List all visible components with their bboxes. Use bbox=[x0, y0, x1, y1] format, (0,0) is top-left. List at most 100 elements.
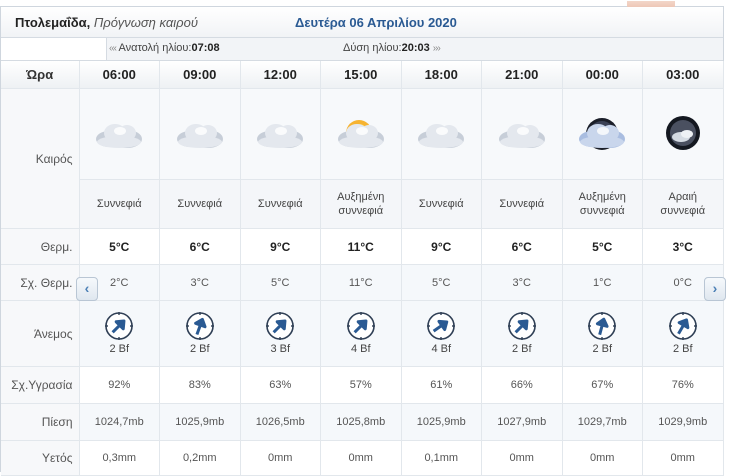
weather-desc-cell: Αυξημένη συννεφιά bbox=[320, 179, 402, 229]
prev-button[interactable]: ‹ bbox=[76, 277, 98, 301]
weather-desc-line: συννεφιά bbox=[338, 205, 384, 217]
city-name: Πτολεμαΐδα, bbox=[15, 15, 91, 30]
partly-cloudy-sun-icon bbox=[329, 119, 393, 163]
pressure-cell: 1026,5mb bbox=[240, 403, 321, 441]
weather-icon-cell bbox=[159, 88, 241, 180]
weather-desc-cell: Αραιή συννεφιά bbox=[642, 179, 724, 229]
city-title: Πτολεμαΐδα, Πρόγνωση καιρού bbox=[15, 15, 198, 30]
weather-icon-cell bbox=[320, 88, 402, 180]
sun-times-bar: ‹‹‹ Ανατολή ηλίου:07:08 Δύση ηλίου:20:03… bbox=[1, 38, 723, 61]
next-arrows[interactable]: ››› bbox=[433, 43, 441, 54]
weather-desc-row: Συννεφιά Συννεφιά Συννεφιά Αυξημένη συννεφιά… bbox=[1, 179, 724, 229]
wind-direction-icon bbox=[80, 311, 159, 341]
weather-desc-line: Αραιή bbox=[668, 191, 697, 203]
weather-icon-cell bbox=[240, 88, 321, 180]
pressure-cell: 1029,9mb bbox=[642, 403, 724, 441]
hour-cell: 12:00 bbox=[240, 61, 321, 89]
weather-icon-cell bbox=[562, 88, 643, 180]
cloudy-icon bbox=[409, 123, 473, 163]
weather-desc-line: Αυξημένη bbox=[337, 191, 385, 203]
wind-cell: 2 Bf bbox=[642, 300, 724, 367]
pressure-cell: 1025,9mb bbox=[159, 403, 241, 441]
cloudy-icon bbox=[490, 123, 554, 163]
hour-cell: 18:00 bbox=[401, 61, 482, 89]
rain-cell: 0,3mm bbox=[79, 440, 160, 476]
title-bar: Πτολεμαΐδα, Πρόγνωση καιρού Δευτέρα 06 Α… bbox=[1, 7, 723, 38]
hour-label: Ώρα bbox=[1, 61, 80, 89]
wind-cell: 2 Bf bbox=[79, 300, 160, 367]
hour-cell: 21:00 bbox=[481, 61, 563, 89]
weather-desc-line: Συννεφιά bbox=[177, 198, 223, 210]
pressure-cell: 1025,8mb bbox=[320, 403, 402, 441]
temp-label: Θερμ. bbox=[1, 228, 80, 265]
feels-row: Σχ. Θερμ. 2°C 3°C 5°C 11°C 5°C 3°C 1°C 0°C bbox=[1, 264, 724, 301]
wind-speed: 2 Bf bbox=[511, 343, 532, 355]
humidity-cell: 92% bbox=[79, 366, 160, 404]
sunrise-label: Ανατολή ηλίου: bbox=[118, 42, 192, 54]
temp-cell: 5°C bbox=[79, 228, 160, 265]
weather-desc-cell: Συννεφιά bbox=[401, 179, 482, 229]
weather-desc-line: συννεφιά bbox=[660, 205, 706, 217]
wind-direction-icon bbox=[643, 311, 722, 341]
wind-speed: 2 Bf bbox=[189, 343, 210, 355]
wind-speed: 4 Bf bbox=[350, 343, 371, 355]
hour-cell: 00:00 bbox=[562, 61, 643, 89]
forecast-subtitle: Πρόγνωση καιρού bbox=[93, 15, 198, 30]
weather-icon-cell bbox=[481, 88, 563, 180]
wind-cell: 3 Bf bbox=[240, 300, 321, 367]
humidity-cell: 67% bbox=[562, 366, 643, 404]
rain-cell: 0mm bbox=[320, 440, 402, 476]
weather-desc-line: Συννεφιά bbox=[257, 198, 303, 210]
pressure-cell: 1029,7mb bbox=[562, 403, 643, 441]
wind-cell: 2 Bf bbox=[481, 300, 563, 367]
weather-desc-line: Συννεφιά bbox=[499, 198, 545, 210]
wind-direction-icon bbox=[321, 311, 400, 341]
temp-cell: 9°C bbox=[401, 228, 482, 265]
cloudy-icon bbox=[168, 123, 232, 163]
humidity-cell: 61% bbox=[401, 366, 482, 404]
weather-desc-line: Συννεφιά bbox=[418, 198, 464, 210]
wind-speed: 4 Bf bbox=[431, 343, 452, 355]
wind-label: Άνεμος bbox=[1, 300, 80, 367]
rain-cell: 0,2mm bbox=[159, 440, 241, 476]
partly-cloudy-night-icon bbox=[570, 117, 634, 163]
wind-direction-icon bbox=[160, 311, 239, 341]
wind-speed: 2 Bf bbox=[109, 343, 130, 355]
feels-cell: 3°C bbox=[481, 264, 563, 301]
rain-cell: 0,1mm bbox=[401, 440, 482, 476]
wind-direction-icon bbox=[482, 311, 561, 341]
feels-cell: 5°C bbox=[240, 264, 321, 301]
weather-desc-cell: Συννεφιά bbox=[159, 179, 241, 229]
sunset-info: Δύση ηλίου:20:03 ››› bbox=[343, 42, 441, 54]
humidity-cell: 63% bbox=[240, 366, 321, 404]
next-button[interactable]: › bbox=[704, 277, 726, 301]
pressure-label: Πίεση bbox=[1, 403, 80, 441]
rain-cell: 0mm bbox=[642, 440, 724, 476]
wind-direction-icon bbox=[563, 311, 642, 341]
humidity-row: Σχ.Υγρασία 92% 83% 63% 57% 61% 66% 67% 76% bbox=[1, 366, 724, 404]
weather-icon-cell bbox=[79, 88, 160, 180]
temp-row: Θερμ. 5°C 6°C 9°C 11°C 9°C 6°C 5°C 3°C bbox=[1, 228, 724, 265]
wind-speed: 2 Bf bbox=[592, 343, 613, 355]
hour-cell: 15:00 bbox=[320, 61, 402, 89]
feels-cell: 5°C bbox=[401, 264, 482, 301]
rain-cell: 0mm bbox=[240, 440, 321, 476]
wind-cell: 4 Bf bbox=[320, 300, 402, 367]
temp-cell: 5°C bbox=[562, 228, 643, 265]
prev-arrows[interactable]: ‹‹‹ bbox=[109, 43, 117, 54]
feels-cell: 11°C bbox=[320, 264, 402, 301]
rain-cell: 0mm bbox=[481, 440, 563, 476]
humidity-cell: 66% bbox=[481, 366, 563, 404]
few-clouds-night-icon bbox=[651, 115, 715, 163]
weather-icon-row: Καιρός bbox=[1, 88, 724, 229]
rain-cell: 0mm bbox=[562, 440, 643, 476]
forecast-date: Δευτέρα 06 Απριλίου 2020 bbox=[295, 15, 457, 30]
pressure-cell: 1027,9mb bbox=[481, 403, 563, 441]
weather-label: Καιρός bbox=[1, 88, 80, 229]
wind-speed: 3 Bf bbox=[270, 343, 291, 355]
weather-icon-cell bbox=[401, 88, 482, 180]
pressure-cell: 1025,9mb bbox=[401, 403, 482, 441]
pressure-cell: 1024,7mb bbox=[79, 403, 160, 441]
sunset-time: 20:03 bbox=[401, 42, 430, 54]
temp-cell: 3°C bbox=[642, 228, 724, 265]
